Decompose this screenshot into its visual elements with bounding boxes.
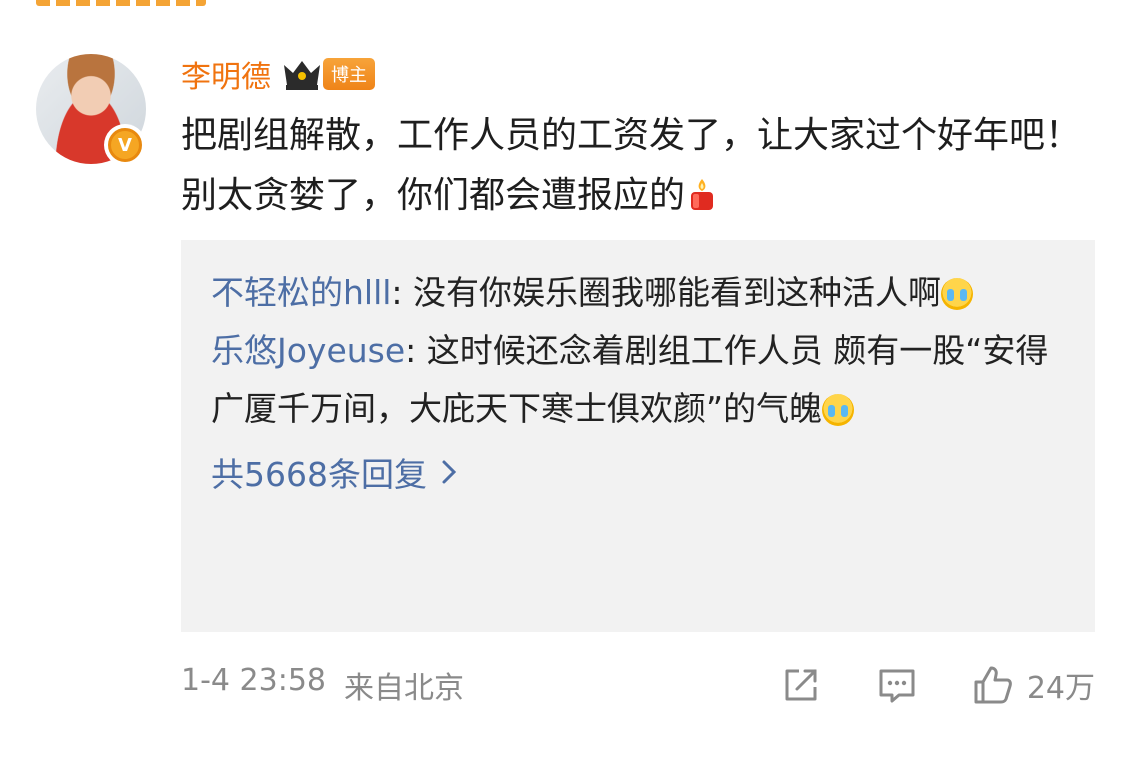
thumbs-up-icon	[974, 666, 1012, 704]
comment-button[interactable]	[875, 663, 919, 707]
cropped-header-text	[36, 0, 206, 6]
post-time: 1-4 23:58	[181, 663, 326, 698]
blogger-badge: 博主	[323, 58, 375, 90]
crying-emoji-icon	[822, 394, 855, 426]
share-button[interactable]	[779, 663, 823, 707]
post-location: 来自北京	[344, 671, 464, 706]
reply-username[interactable]: 不轻松的hlll	[211, 273, 391, 312]
crying-emoji-icon	[941, 278, 974, 310]
post-text: 把剧组解散，工作人员的工资发了，让大家过个好年吧！别太贪婪了，你们都会遭报应的	[181, 115, 1082, 216]
reply-text: 没有你娱乐圈我哪能看到这种活人啊	[413, 273, 942, 312]
share-icon	[785, 669, 817, 701]
candle-icon	[691, 179, 714, 210]
author-row: 李明德 博主	[181, 52, 375, 96]
reply-item[interactable]: 不轻松的hlll: 没有你娱乐圈我哪能看到这种活人啊	[211, 264, 1065, 322]
action-bar: 24万	[779, 663, 1095, 707]
reply-separator: :	[391, 273, 414, 312]
comment-icon	[879, 669, 915, 703]
like-count: 24万	[1026, 671, 1095, 706]
chevron-right-icon	[442, 460, 457, 484]
like-button[interactable]: 24万	[971, 663, 1095, 707]
post-meta: 1-4 23:58 来自北京	[181, 663, 464, 707]
reply-count-label[interactable]: 共5668条回复	[211, 448, 427, 496]
reply-username[interactable]: 乐悠Joyeuse	[211, 331, 405, 370]
crown-icon	[284, 61, 320, 90]
view-all-replies-link[interactable]: 共5668条回复	[211, 448, 1065, 496]
post-footer: 1-4 23:58 来自北京 24万	[181, 660, 1095, 710]
verified-badge-icon: V	[104, 124, 146, 166]
username[interactable]: 李明德	[181, 52, 271, 96]
verified-v: V	[108, 128, 142, 162]
reply-preview-box[interactable]: 不轻松的hlll: 没有你娱乐圈我哪能看到这种活人啊 乐悠Joyeuse: 这时…	[181, 240, 1095, 632]
post-content: 把剧组解散，工作人员的工资发了，让大家过个好年吧！别太贪婪了，你们都会遭报应的	[181, 106, 1081, 226]
reply-item[interactable]: 乐悠Joyeuse: 这时候还念着剧组工作人员 颇有一股“安得广厦千万间，大庇天…	[211, 322, 1065, 438]
reply-separator: :	[405, 331, 427, 370]
